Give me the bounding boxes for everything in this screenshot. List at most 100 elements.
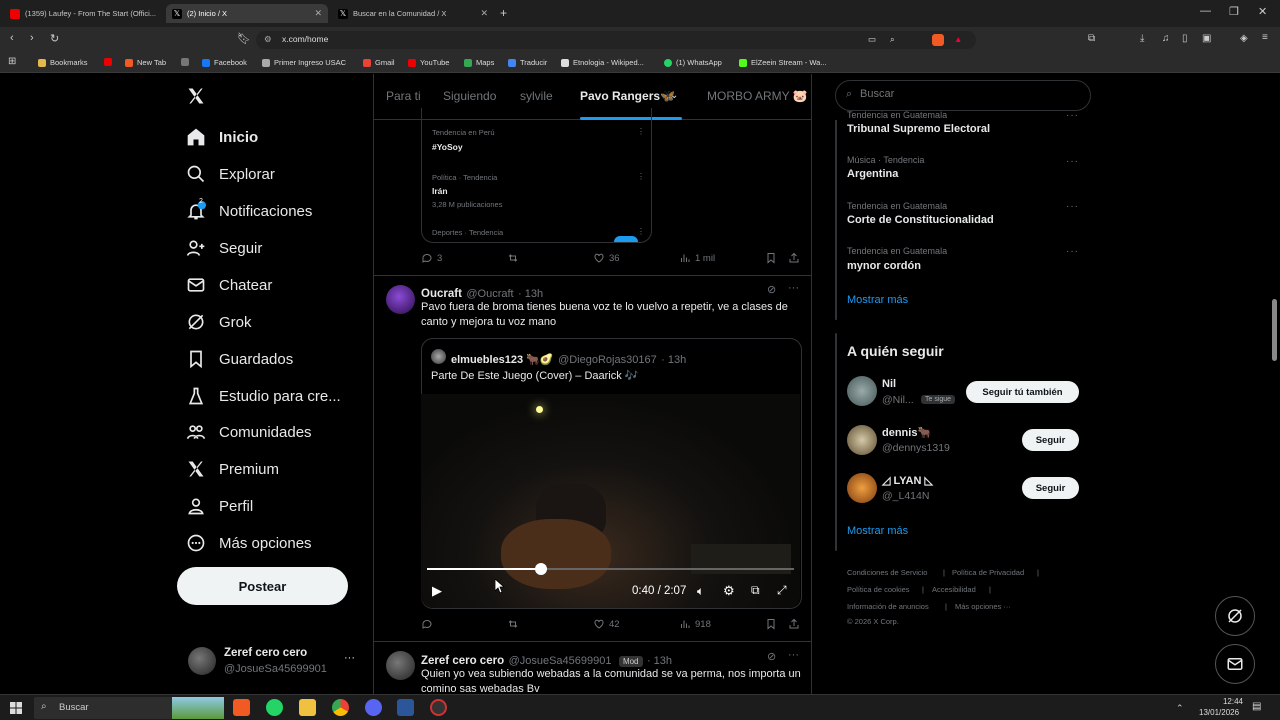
tray-chevron-icon[interactable]: ⌃ [1176, 703, 1184, 714]
more-icon[interactable]: ··· [788, 282, 799, 294]
bookmark-item[interactable]: New Tab [125, 58, 166, 67]
follow-name[interactable]: dennis🐂 [882, 426, 931, 439]
sidebar-icon[interactable]: ▯ [1182, 33, 1188, 44]
more-icon[interactable]: ··· [1066, 156, 1079, 167]
tab-x-community[interactable]: 𝕏 Buscar en la Comunidad / X ✕ [332, 4, 494, 23]
avatar[interactable] [847, 425, 877, 455]
bookmark-post-button[interactable] [765, 252, 781, 264]
footer-more-link[interactable]: Más opciones ··· [955, 602, 1011, 611]
grok-icon[interactable]: ⊘ [767, 650, 776, 663]
brave-shield-icon[interactable] [932, 34, 944, 46]
bookmark-item[interactable]: ElZeein Stream - Wa... [739, 58, 827, 67]
trend-name[interactable]: Tribunal Supremo Electoral [847, 123, 990, 135]
download-icon[interactable]: ⤓ [1140, 33, 1144, 44]
brave-taskbar-icon[interactable] [233, 699, 250, 716]
word-taskbar-icon[interactable] [397, 699, 414, 716]
embedded-trends-card[interactable]: Tendencia en Perú ⋮ #YoSoy Política · Te… [421, 108, 652, 243]
author-name[interactable]: Zeref cero cero [421, 655, 504, 667]
footer-link[interactable]: Accesibilidad [932, 585, 976, 594]
post-button[interactable]: Postear [177, 567, 348, 605]
clock-date[interactable]: 13/01/2026 [1199, 708, 1239, 717]
trend-name[interactable]: mynor cordón [847, 260, 921, 272]
trend-name[interactable]: Argentina [847, 168, 898, 180]
bookmark-item[interactable] [104, 58, 116, 66]
site-info-icon[interactable]: ⚙ [264, 34, 272, 45]
taskbar-search[interactable]: ⌕ Buscar [34, 697, 224, 719]
close-tab-icon[interactable]: ✕ [480, 8, 488, 19]
file-explorer-icon[interactable] [299, 699, 316, 716]
nav-perfil[interactable]: Perfil [186, 491, 253, 521]
media-icon[interactable]: ♫ [1162, 33, 1170, 44]
nav-guardados[interactable]: Guardados [186, 344, 293, 374]
nav-premium[interactable]: Premium [186, 454, 279, 484]
settings-icon[interactable]: ⚙ [723, 583, 735, 599]
bookmark-item[interactable]: Facebook [202, 58, 247, 67]
footer-link[interactable]: Política de Privacidad [952, 568, 1024, 577]
more-icon[interactable]: ··· [1066, 110, 1079, 121]
screenshot-icon[interactable]: ▭ [868, 34, 876, 45]
forward-icon[interactable]: › [30, 32, 34, 44]
brave-rewards-icon[interactable]: ▲ [954, 34, 962, 44]
new-tab-icon[interactable]: + [500, 6, 507, 20]
reply-button[interactable] [421, 618, 437, 630]
more-icon[interactable]: ··· [1066, 246, 1079, 257]
author-handle[interactable]: @Oucraft [466, 288, 513, 300]
show-more-follows-link[interactable]: Mostrar más [847, 525, 908, 537]
nav-inicio[interactable]: Inicio [186, 122, 258, 152]
bookmark-item[interactable]: Maps [464, 58, 494, 67]
extensions-icon[interactable]: ⧉ [1088, 33, 1095, 44]
repost-button[interactable] [507, 618, 523, 630]
account-switcher[interactable]: Zeref cero cero @JosueSa45699901 ··· [180, 640, 360, 686]
bookmark-item[interactable]: Traducir [508, 58, 547, 67]
search-box[interactable]: ⌕ [835, 80, 1091, 111]
maximize-icon[interactable]: ❐ [1229, 5, 1239, 18]
video-scrubber[interactable] [534, 563, 547, 575]
more-icon[interactable]: ··· [788, 649, 799, 661]
more-icon[interactable]: ··· [1066, 201, 1079, 212]
notification-center-icon[interactable]: ▤ [1252, 701, 1261, 712]
account-more-icon[interactable]: ··· [344, 652, 355, 664]
views-button[interactable]: 918 [679, 618, 711, 630]
tab-morbo-army[interactable]: MORBO ARMY 🐷 [707, 89, 808, 103]
vpn-icon[interactable]: ◈ [1240, 33, 1248, 44]
grok-icon[interactable]: ⊘ [767, 283, 776, 296]
footer-link[interactable]: Condiciones de Servicio [847, 568, 927, 577]
share-button[interactable] [788, 618, 804, 630]
follow-button[interactable]: Seguir [1022, 477, 1079, 499]
bookmark-item[interactable]: Etnologia - Wikiped... [561, 58, 644, 67]
share-button[interactable] [788, 252, 804, 264]
nav-chatear[interactable]: Chatear [186, 270, 272, 300]
more-icon[interactable]: ⋮ [637, 227, 645, 236]
follow-button[interactable]: Seguir [1022, 429, 1079, 451]
chevron-down-icon[interactable]: ⌄ [670, 90, 678, 101]
views-button[interactable]: 1 mil [679, 252, 715, 264]
footer-link[interactable]: Información de anuncios [847, 602, 929, 611]
nav-mas-opciones[interactable]: Más opciones [186, 528, 312, 558]
tab-pavo-rangers[interactable]: Pavo Rangers🦋 [580, 89, 675, 103]
nav-seguir[interactable]: Seguir [186, 233, 262, 263]
x-logo-icon[interactable] [186, 86, 206, 106]
like-button[interactable]: 42 [593, 618, 620, 630]
close-tab-icon[interactable]: ✕ [314, 8, 322, 19]
avatar[interactable] [847, 473, 877, 503]
more-icon[interactable]: ⋮ [637, 172, 645, 181]
bookmark-item[interactable]: Primer Ingreso USAC [262, 58, 346, 67]
discord-taskbar-icon[interactable] [365, 699, 382, 716]
reload-icon[interactable]: ↻ [50, 32, 59, 45]
video-player[interactable]: ▶ 0:40 / 2:07 🔈︎ ⚙ ⧉ ⤢ [421, 394, 800, 608]
messages-fab[interactable] [1215, 644, 1255, 684]
bookmark-item[interactable] [181, 58, 193, 66]
back-icon[interactable]: ‹ [10, 32, 14, 44]
nav-comunidades[interactable]: Comunidades [186, 417, 312, 447]
clock-time[interactable]: 12:44 [1207, 697, 1243, 706]
chrome-taskbar-icon[interactable] [332, 699, 349, 716]
zoom-icon[interactable]: ⌕ [890, 34, 895, 45]
tab-sylvile[interactable]: sylvile [520, 89, 553, 103]
menu-icon[interactable]: ≡ [1262, 32, 1268, 43]
avatar[interactable] [386, 285, 415, 314]
show-more-trends-link[interactable]: Mostrar más [847, 294, 908, 306]
reply-button[interactable]: 3 [421, 252, 442, 264]
avatar[interactable] [386, 651, 415, 680]
follow-back-button[interactable]: Seguir tú también [966, 381, 1079, 403]
url-field[interactable]: ⚙ x.com/home ▭ ⌕ ▲ [256, 31, 976, 49]
